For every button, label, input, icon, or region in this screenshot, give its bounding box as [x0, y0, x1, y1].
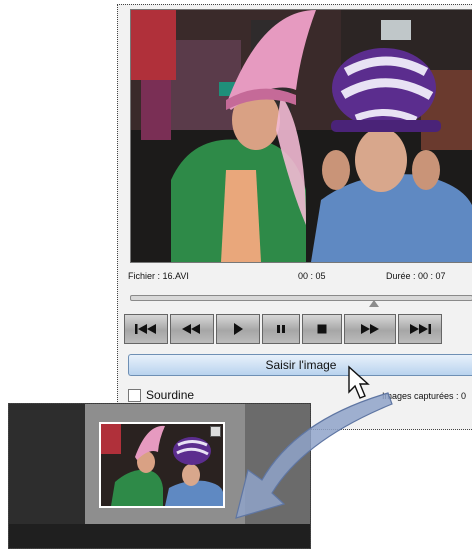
timeline-header-area	[9, 404, 85, 524]
file-name-label: Fichier : 16.AVI	[128, 271, 189, 281]
capture-window: Fichier : 16.AVI 00 : 05 Durée : 00 : 07	[117, 4, 472, 430]
thumbnail-image	[101, 424, 223, 506]
timeline-scrubber[interactable]	[130, 293, 472, 307]
stop-icon	[317, 324, 327, 334]
skip-to-end-icon	[410, 324, 431, 334]
video-preview	[130, 9, 472, 263]
timeline-panel	[8, 403, 311, 549]
pause-button[interactable]	[262, 314, 300, 344]
skip-to-start-button[interactable]	[124, 314, 168, 344]
skip-to-start-icon	[135, 324, 156, 334]
skip-to-end-button[interactable]	[398, 314, 442, 344]
captured-thumbnail[interactable]	[99, 422, 225, 508]
play-icon	[234, 323, 243, 335]
timeline-track-empty[interactable]	[245, 404, 310, 524]
rewind-icon	[182, 324, 200, 334]
current-time-label: 00 : 05	[298, 271, 326, 281]
play-button[interactable]	[216, 314, 260, 344]
mute-label: Sourdine	[146, 388, 195, 402]
fast-forward-button[interactable]	[344, 314, 396, 344]
grab-frame-label: Saisir l'image	[265, 358, 337, 372]
captured-count-label: Images capturées : 0	[382, 391, 467, 401]
mute-toggle[interactable]: Sourdine	[128, 388, 194, 402]
duration-label: Durée : 00 : 07	[386, 271, 446, 281]
video-frame-image	[131, 10, 472, 262]
fast-forward-icon	[361, 324, 379, 334]
stop-button[interactable]	[302, 314, 342, 344]
scrubber-track[interactable]	[130, 295, 472, 301]
grab-frame-button[interactable]: Saisir l'image	[128, 354, 472, 376]
info-row: Fichier : 16.AVI 00 : 05 Durée : 00 : 07	[128, 271, 472, 285]
mute-checkbox[interactable]	[128, 388, 141, 402]
rewind-button[interactable]	[170, 314, 214, 344]
transport-controls	[124, 314, 472, 346]
timeline-bottom-bar	[9, 524, 310, 548]
pause-icon	[277, 325, 285, 333]
resize-corner-icon[interactable]	[210, 426, 221, 437]
scrubber-thumb[interactable]	[368, 300, 379, 307]
